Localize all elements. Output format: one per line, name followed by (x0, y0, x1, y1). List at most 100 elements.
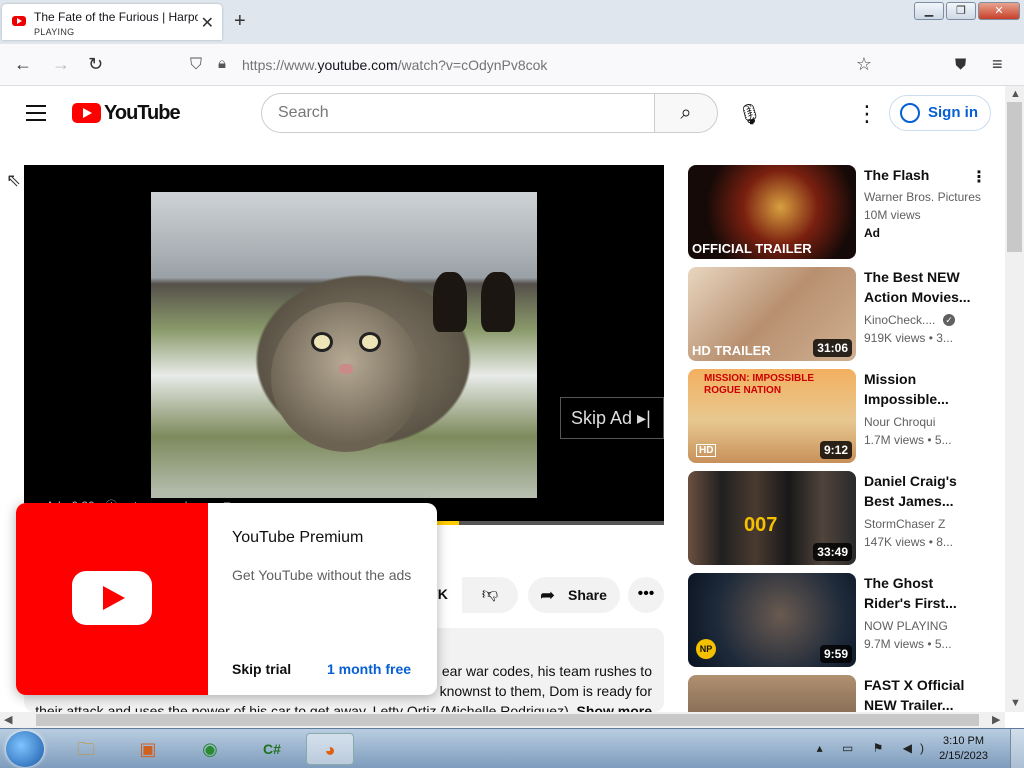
forward-arrow-icon[interactable]: → (52, 54, 70, 75)
file-explorer-icon[interactable]: 🗀 (62, 733, 110, 765)
browser-tab-youtube[interactable]: The Fate of the Furious | Harpoon PLAYIN… (2, 4, 222, 40)
bookmark-star-icon[interactable]: ☆ (856, 54, 872, 75)
hamburger-menu-icon[interactable] (26, 105, 46, 126)
rec-thumbnail[interactable] (688, 675, 856, 712)
skip-trial-button[interactable]: Skip trial (232, 661, 291, 677)
rec-title[interactable]: The Best NEW Action Movies... (864, 267, 984, 307)
shield-icon[interactable]: ⛉ (190, 56, 202, 74)
free-trial-button[interactable]: 1 month free (327, 661, 411, 677)
rec-item[interactable]: OFFICIAL TRAILER The Flash Warner Bros. … (688, 165, 988, 261)
address-bar[interactable]: ⛉ 🔒︎ https://www.youtube.com/watch?v=cOd… (180, 50, 880, 80)
scroll-down-arrow-icon[interactable]: ▼ (1010, 697, 1021, 709)
premium-title: YouTube Premium (232, 529, 364, 546)
rec-item[interactable]: HD TRAILER 31:06 The Best NEW Action Mov… (688, 267, 988, 363)
chrome-icon[interactable]: ◉ (186, 733, 234, 765)
premium-description: Get YouTube without the ads (232, 567, 412, 583)
scroll-up-arrow-icon[interactable]: ▲ (1010, 88, 1021, 100)
show-more-link[interactable]: Show more (577, 703, 652, 712)
window-controls: ▁ ❐ ✕ (914, 2, 1020, 20)
rec-thumbnail[interactable]: HD TRAILER 31:06 (688, 267, 856, 361)
cat-image (271, 302, 421, 452)
rec-views: 147K views • 8... (864, 535, 953, 549)
search-icon: ⌕ (680, 102, 692, 124)
video-duration: 31:06 (813, 339, 852, 357)
rec-more-icon[interactable]: ⋮ (971, 167, 987, 187)
close-tab-icon[interactable]: ✕ (201, 13, 214, 33)
rec-channel[interactable]: NOW PLAYING (864, 619, 948, 633)
thumbs-down-icon: 👎︎ (481, 586, 499, 603)
scroll-right-arrow-icon[interactable]: ▶ (992, 713, 1000, 726)
new-tab-button[interactable]: + (234, 10, 246, 33)
dislike-button[interactable]: 👎︎ (462, 577, 518, 613)
share-label: Share (568, 587, 607, 603)
youtube-header: YouTube Search ⌕ 🎙︎ ⋮ Sign in (0, 86, 1005, 142)
rec-item[interactable]: 007 33:49 Daniel Craig's Best James... S… (688, 471, 988, 567)
scroll-left-arrow-icon[interactable]: ◀ (4, 713, 12, 726)
clock-date: 2/15/2023 (939, 750, 988, 762)
microphone-icon[interactable]: 🎙︎ (737, 102, 762, 127)
reload-icon[interactable]: ↻ (88, 54, 103, 75)
rec-item[interactable]: MISSION: IMPOSSIBLE ROGUE NATION HD 9:12… (688, 369, 988, 465)
premium-banner (16, 503, 208, 695)
video-duration: 33:49 (813, 543, 852, 561)
video-duration: 9:59 (819, 645, 852, 663)
hd-badge-icon: HD (696, 444, 717, 457)
lock-icon[interactable]: 🔒︎ (218, 55, 226, 72)
dog-image (481, 272, 515, 332)
vertical-scroll-thumb[interactable] (1007, 102, 1022, 252)
firefox-icon[interactable]: ◕ (306, 733, 354, 765)
back-arrow-icon[interactable]: ← (14, 54, 32, 75)
video-frame[interactable] (151, 192, 537, 498)
youtube-logo-text[interactable]: YouTube (104, 102, 181, 125)
pocket-icon[interactable]: ⛊ (955, 56, 966, 73)
url-text[interactable]: https://www.youtube.com/watch?v=cOdynPv8… (242, 57, 547, 73)
rec-title[interactable]: Mission Impossible... (864, 369, 974, 409)
sign-in-label: Sign in (928, 104, 978, 121)
youtube-logo-icon[interactable] (72, 103, 101, 123)
media-player-icon[interactable]: ▣ (124, 733, 172, 765)
thumbnail-label: HD TRAILER (692, 343, 771, 358)
rec-title[interactable]: FAST X Official NEW Trailer... (864, 675, 984, 712)
rec-channel[interactable]: Warner Bros. Pictures (864, 190, 981, 204)
search-button[interactable]: ⌕ (654, 93, 718, 133)
rec-views: 919K views • 3... (864, 331, 953, 345)
rec-title[interactable]: The Flash (864, 165, 974, 185)
maximize-button[interactable]: ❐ (946, 2, 976, 20)
rec-views: 10M views (864, 208, 921, 222)
minimize-button[interactable]: ▁ (914, 2, 944, 20)
csharp-editor-icon[interactable]: C# (248, 733, 296, 765)
system-tray-icons[interactable]: ▴ ▭ ⚑ ◀) (817, 741, 932, 755)
rec-item[interactable]: FAST X Official NEW Trailer... (688, 675, 988, 712)
rec-thumbnail[interactable]: MISSION: IMPOSSIBLE ROGUE NATION HD 9:12 (688, 369, 856, 463)
rec-channel[interactable]: KinoCheck.... (864, 313, 935, 327)
verified-check-icon: ✓ (943, 314, 955, 326)
menu-icon[interactable]: ≡ (992, 54, 1003, 75)
show-desktop-button[interactable] (1010, 729, 1024, 768)
share-button[interactable]: ➦ Share (528, 577, 620, 613)
rec-title[interactable]: Daniel Craig's Best James... (864, 471, 974, 511)
sign-in-button[interactable]: Sign in (889, 95, 991, 131)
thumbnail-label: NP (696, 639, 716, 659)
tab-title: The Fate of the Furious | Harpoon (34, 10, 198, 24)
horizontal-scroll-thumb[interactable] (36, 714, 979, 726)
rec-title[interactable]: The Ghost Rider's First... (864, 573, 974, 613)
close-window-button[interactable]: ✕ (978, 2, 1020, 20)
rec-thumbnail[interactable]: NP 9:59 (688, 573, 856, 667)
rec-channel[interactable]: StormChaser Z (864, 517, 945, 531)
rec-item[interactable]: NP 9:59 The Ghost Rider's First... NOW P… (688, 573, 988, 669)
search-input[interactable]: Search (261, 93, 655, 133)
youtube-play-icon (72, 571, 152, 625)
browser-nav-bar: ← → ↻ ⛉ 🔒︎ https://www.youtube.com/watch… (0, 44, 1024, 86)
more-actions-button[interactable]: ••• (628, 577, 664, 613)
clock-time: 3:10 PM (943, 735, 985, 747)
thumbnail-label: 007 (744, 514, 778, 536)
system-clock[interactable]: 3:10 PM 2/15/2023 (939, 734, 988, 764)
rec-thumbnail[interactable]: OFFICIAL TRAILER (688, 165, 856, 259)
settings-kebab-icon[interactable]: ⋮ (856, 101, 878, 127)
account-icon (900, 103, 920, 123)
rec-channel[interactable]: Nour Chroqui (864, 415, 935, 429)
start-button-icon[interactable] (6, 731, 44, 767)
rec-views: 1.7M views • 5... (864, 433, 952, 447)
skip-ad-button[interactable]: Skip Ad ▸| (560, 397, 664, 439)
rec-thumbnail[interactable]: 007 33:49 (688, 471, 856, 565)
